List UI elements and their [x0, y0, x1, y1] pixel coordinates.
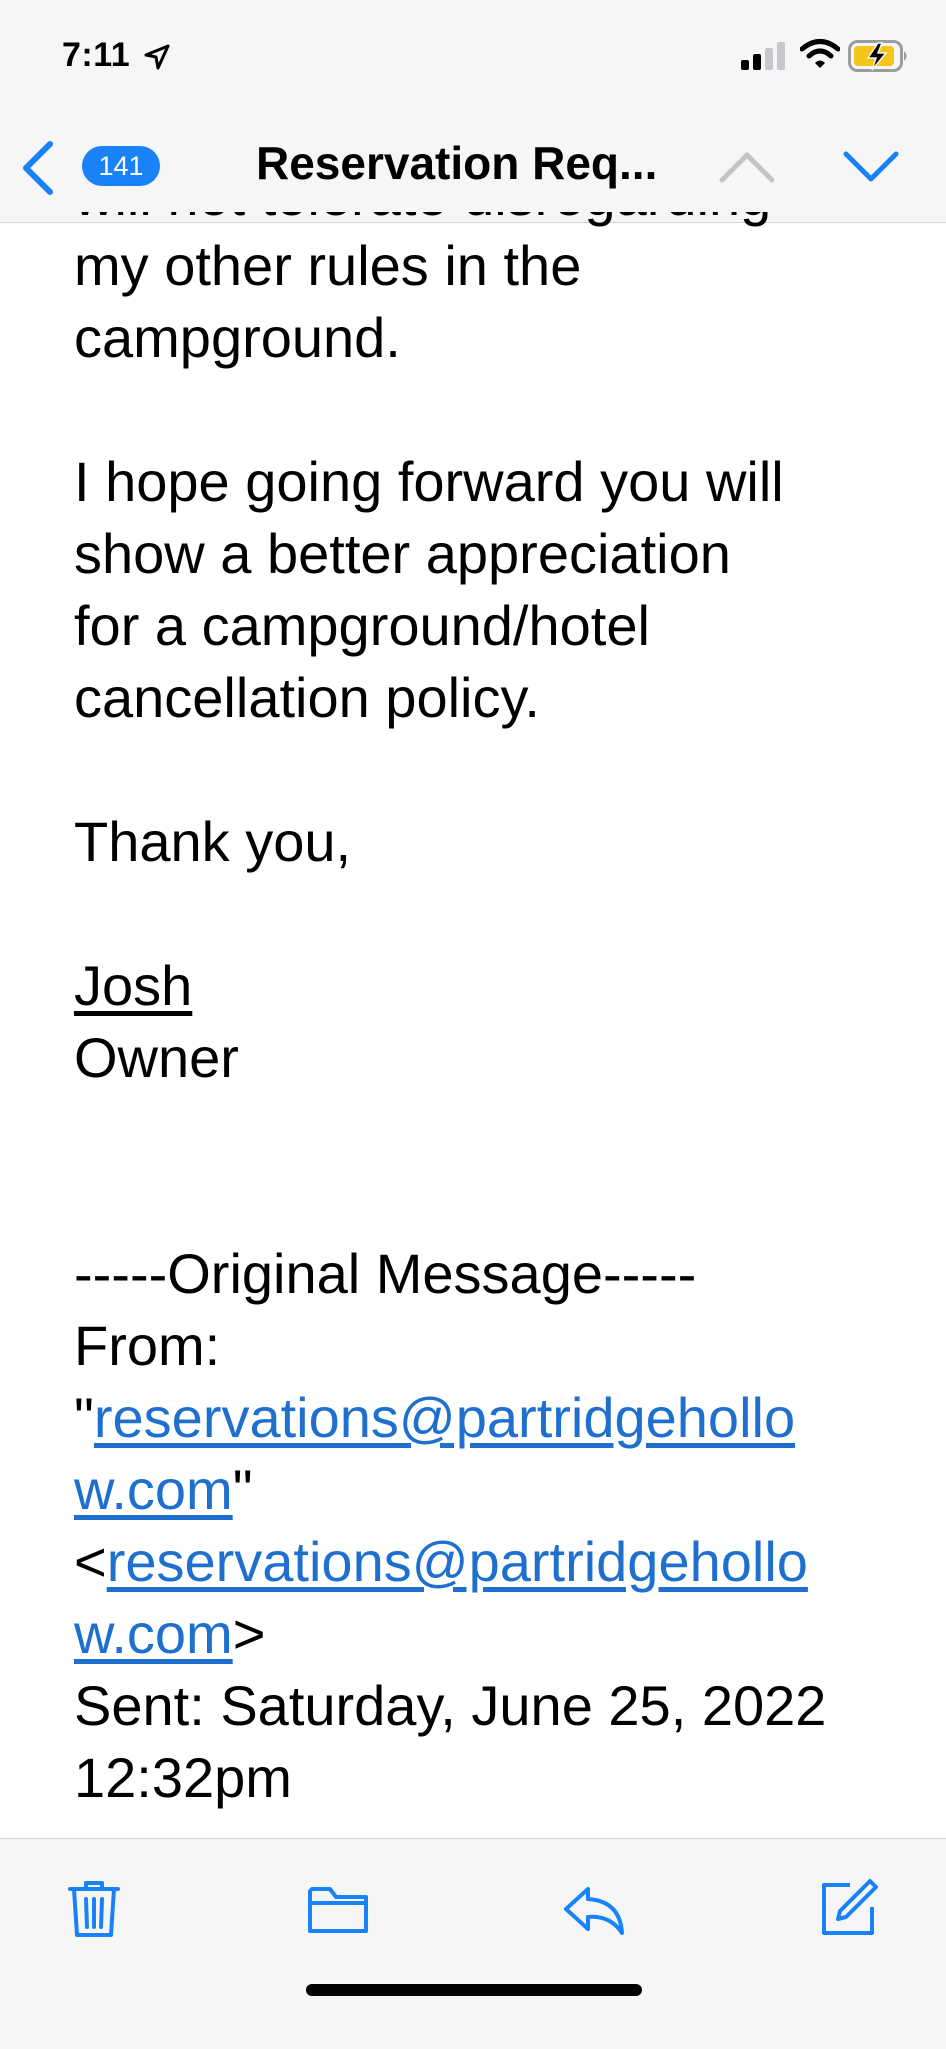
status-time: 7:11 [62, 36, 131, 74]
original-message-header: -----Original Message----- [74, 1242, 697, 1305]
top-chrome: 7:11 141 Reservation Req... [0, 0, 946, 223]
signature-title: Owner [74, 1026, 239, 1089]
chevron-up-icon[interactable] [718, 150, 776, 184]
from-email-link-cont[interactable]: w.com [74, 1458, 233, 1521]
home-indicator[interactable] [306, 1984, 642, 1996]
sent-time-line: 12:32pm [74, 1746, 292, 1809]
from-email-link[interactable]: reservations@partridgehollo [94, 1386, 795, 1449]
closing-line: Thank you, [74, 810, 352, 873]
cellular-signal-icon [741, 42, 785, 70]
mail-subject-title: Reservation Req... [256, 137, 658, 189]
body-line: my other rules in the [74, 234, 582, 297]
from-display-line-cont: w.com" [74, 1458, 253, 1521]
signature-name: Josh [74, 954, 193, 1017]
trash-icon[interactable] [62, 1877, 126, 1941]
location-arrow-icon [144, 44, 170, 70]
chevron-left-icon[interactable] [20, 140, 56, 196]
address-email-link-cont[interactable]: w.com [74, 1602, 233, 1665]
chevron-down-icon[interactable] [842, 150, 900, 184]
body-line: cancellation policy. [74, 666, 540, 729]
body-line: for a campground/hotel [74, 594, 650, 657]
body-line: show a better appreciation [74, 522, 731, 585]
from-display-line: "reservations@partridgehollo [74, 1386, 796, 1449]
reply-icon[interactable] [562, 1877, 626, 1941]
address-email-link[interactable]: reservations@partridgehollo [107, 1530, 808, 1593]
compose-icon[interactable] [816, 1877, 880, 1941]
from-address-line-cont: w.com> [74, 1602, 266, 1665]
folder-icon[interactable] [306, 1877, 370, 1941]
wifi-icon [800, 39, 840, 68]
body-line: I hope going forward you will [74, 450, 784, 513]
body-line: campground. [74, 306, 401, 369]
from-label: From: [74, 1314, 221, 1377]
clipped-previous-line: will not tolerate disregarding [74, 212, 834, 230]
bottom-toolbar [0, 1838, 946, 2049]
message-body: my other rules in the campground. I hope… [74, 230, 914, 1814]
sent-date-line: Sent: Saturday, June 25, 2022 [74, 1674, 827, 1737]
from-address-line: <reservations@partridgehollo [74, 1530, 808, 1593]
battery-charging-icon [848, 40, 907, 72]
unread-count-badge[interactable]: 141 [82, 146, 160, 186]
